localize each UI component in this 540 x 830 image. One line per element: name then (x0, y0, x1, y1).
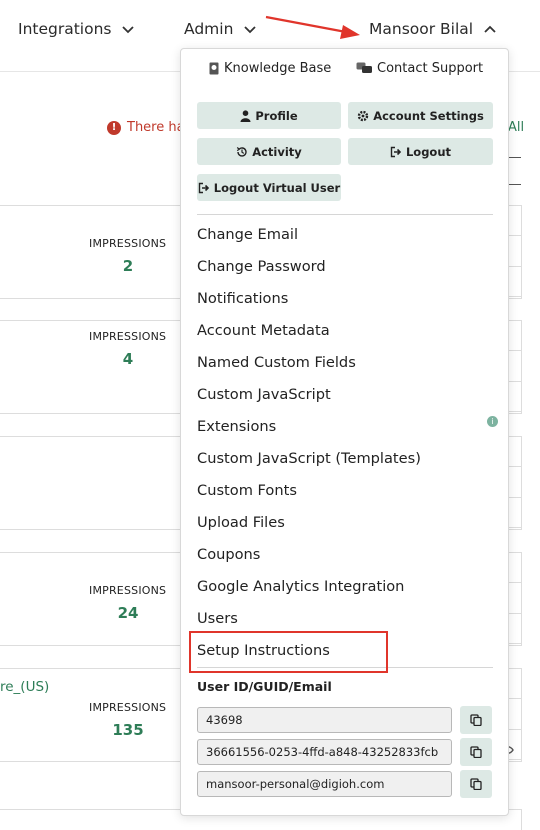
warning-text: There ha (127, 120, 185, 135)
nav-admin-label: Admin (184, 20, 234, 38)
email-field[interactable]: mansoor-personal@digioh.com (197, 771, 452, 797)
info-icon[interactable]: i (487, 416, 498, 427)
knowledge-base-link[interactable]: Knowledge Base (208, 61, 331, 76)
logout-icon (390, 146, 402, 157)
menu-item-account-metadata[interactable]: Account Metadata (197, 320, 493, 352)
copy-icon (470, 714, 482, 726)
gear-icon (358, 110, 369, 121)
menu-item-google-analytics-integration[interactable]: Google Analytics Integration (197, 576, 493, 608)
copy-user-id-button[interactable] (460, 706, 492, 734)
menu-item-notifications[interactable]: Notifications (197, 288, 493, 320)
impressions-value: 2 (122, 257, 134, 275)
nav-user-label: Mansoor Bilal (369, 20, 474, 38)
divider (197, 214, 493, 215)
guid-field[interactable]: 36661556-0253-4ffd-a848-43252833fcb (197, 739, 452, 765)
chevron-down-icon (122, 26, 135, 34)
annotation-highlight-box (189, 631, 388, 673)
item-name[interactable]: re_(US) (0, 679, 49, 695)
nav-integrations[interactable]: Integrations (18, 18, 135, 40)
activity-button[interactable]: Activity (197, 138, 341, 165)
menu-item-custom-fonts[interactable]: Custom Fonts (197, 480, 493, 512)
user-id-field[interactable]: 43698 (197, 707, 452, 733)
menu-item-upload-files[interactable]: Upload Files (197, 512, 493, 544)
contact-support-label: Contact Support (377, 61, 484, 76)
all-link[interactable]: All (508, 120, 524, 135)
account-settings-button[interactable]: Account Settings (348, 102, 493, 129)
menu-item-custom-javascript-templates[interactable]: Custom JavaScript (Templates) (197, 448, 493, 480)
account-settings-label: Account Settings (373, 108, 484, 123)
logout-virtual-user-label: Logout Virtual User (213, 180, 341, 195)
nav-admin[interactable]: Admin (184, 18, 257, 40)
alert-icon: ! (107, 120, 121, 135)
impressions-value: 24 (117, 604, 139, 622)
history-icon (237, 146, 247, 157)
account-menu-list: Change Email Change Password Notificatio… (197, 224, 493, 672)
profile-button[interactable]: Profile (197, 102, 341, 129)
copy-email-button[interactable] (460, 770, 492, 798)
profile-label: Profile (255, 108, 298, 123)
logout-icon (198, 182, 209, 193)
menu-item-extensions[interactable]: Extensions (197, 416, 493, 448)
user-id-section-label: User ID/GUID/Email (197, 679, 332, 694)
menu-item-custom-javascript[interactable]: Custom JavaScript (197, 384, 493, 416)
chevron-up-icon (484, 25, 496, 33)
activity-label: Activity (252, 144, 302, 159)
impressions-value: 135 (112, 721, 144, 739)
chat-icon (356, 62, 372, 73)
user-icon (240, 109, 251, 122)
impressions-value: 4 (122, 350, 134, 368)
logout-virtual-user-button[interactable]: Logout Virtual User (197, 174, 341, 201)
knowledge-base-label: Knowledge Base (224, 61, 332, 76)
copy-icon (470, 746, 482, 758)
warning-message: ! There ha (107, 120, 185, 135)
nav-integrations-label: Integrations (18, 20, 112, 38)
book-icon (209, 62, 219, 75)
impressions-label: IMPRESSIONS (89, 701, 167, 714)
logout-button[interactable]: Logout (348, 138, 493, 165)
menu-item-coupons[interactable]: Coupons (197, 544, 493, 576)
menu-item-named-custom-fields[interactable]: Named Custom Fields (197, 352, 493, 384)
user-dropdown-menu: Knowledge Base Contact Support Profile A… (180, 48, 509, 816)
contact-support-link[interactable]: Contact Support (356, 61, 483, 76)
copy-icon (470, 778, 482, 790)
impressions-label: IMPRESSIONS (89, 330, 167, 343)
logout-label: Logout (405, 144, 452, 159)
menu-item-change-password[interactable]: Change Password (197, 256, 493, 288)
menu-item-change-email[interactable]: Change Email (197, 224, 493, 256)
impressions-label: IMPRESSIONS (89, 237, 167, 250)
nav-user-menu[interactable]: Mansoor Bilal (369, 18, 497, 40)
impressions-label: IMPRESSIONS (89, 584, 167, 597)
chevron-down-icon (244, 26, 257, 34)
copy-guid-button[interactable] (460, 738, 492, 766)
